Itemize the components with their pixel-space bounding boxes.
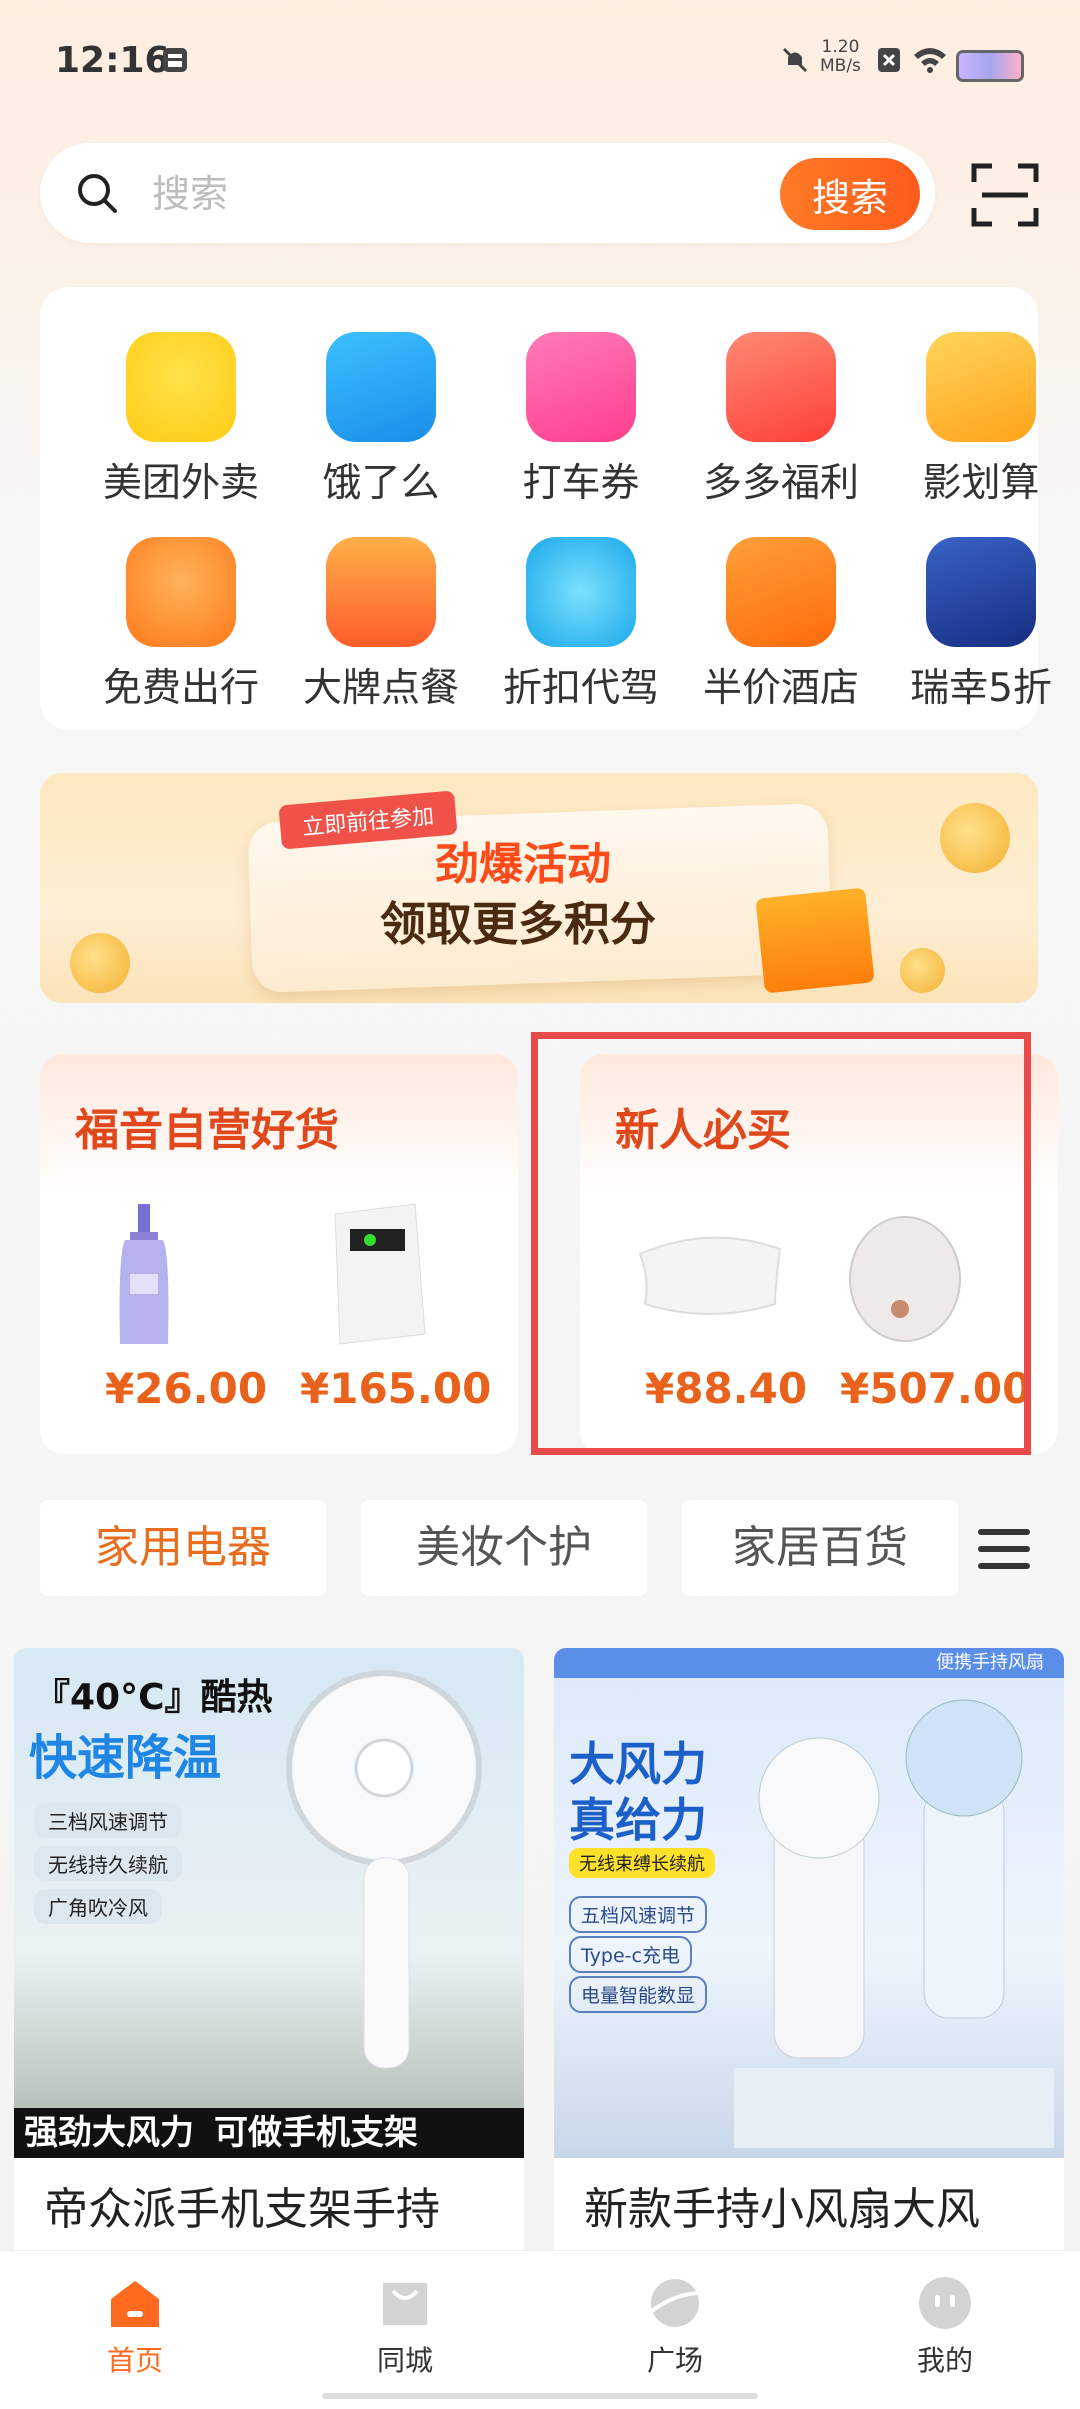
grid-item-taxi[interactable]: 打车券 <box>481 332 681 532</box>
banner-subheadline: 领取更多积分 <box>380 897 656 951</box>
search-input[interactable] <box>150 163 794 225</box>
feed-card[interactable]: 便携手持风扇 大风力 真给力 无线束缚长续航 五档风速调节 Type-c充电 电… <box>554 1648 1064 2268</box>
product-image-handheld-fan[interactable]: 便携手持风扇 大风力 真给力 无线束缚长续航 五档风速调节 Type-c充电 电… <box>554 1648 1064 2158</box>
nav-home[interactable]: 首页 <box>65 2273 205 2379</box>
grid-item-meituan[interactable]: 美团外卖 <box>81 332 281 532</box>
product-price: ¥165.00 <box>300 1364 492 1413</box>
gift-box-icon <box>755 887 875 994</box>
location-pin-icon <box>126 537 236 647</box>
product-image-air-purifier[interactable] <box>280 1194 480 1354</box>
coin-decoration <box>900 948 945 993</box>
nav-local[interactable]: 同城 <box>335 2273 475 2379</box>
nav-profile[interactable]: 我的 <box>875 2273 1015 2379</box>
nav-label: 我的 <box>916 2344 973 2377</box>
product-price: ¥26.00 <box>105 1364 268 1413</box>
feed-card[interactable]: 『40°C』酷热 快速降温 三档风速调节 无线持久续航 广角吹冷风 强劲大风力可… <box>14 1648 524 2268</box>
service-grid: 美团外卖 饿了么 打车券 多多福利 影划算 免费出行 大牌点餐 折扣代驾 半价酒… <box>40 287 1052 730</box>
bottom-nav: 首页 同城 广场 我的 <box>0 2250 1080 2409</box>
highlight-box <box>531 1032 1031 1455</box>
promo-card-self-operated[interactable]: 福音自营好货 ¥26.00 ¥165.00 <box>40 1054 518 1454</box>
feed-headline-2: 真给力 <box>569 1793 707 1847</box>
coffee-cup-icon <box>926 537 1036 647</box>
feature-tag: 广角吹冷风 <box>34 1889 162 1924</box>
feed-headline-2: 快速降温 <box>29 1730 222 1786</box>
feed-headline: 『40°C』酷热 <box>34 1677 273 1718</box>
nav-label: 广场 <box>646 2344 703 2377</box>
home-indicator[interactable] <box>322 2393 758 2399</box>
burger-icon <box>326 537 436 647</box>
feed-footer-banner: 强劲大风力 可做手机支架 <box>14 2108 524 2158</box>
feed-badge: 无线束缚长续航 <box>569 1848 715 1878</box>
feed-top-label: 便携手持风扇 <box>554 1648 1064 1678</box>
net-speed-value: 1.20 <box>821 37 860 57</box>
tab-appliances[interactable]: 家用电器 <box>40 1500 326 1596</box>
feed-title: 新款手持小风扇大风 <box>584 2184 980 2235</box>
grid-item-welfare[interactable]: 多多福利 <box>681 332 881 532</box>
battery-icon <box>956 50 1024 82</box>
net-speed-unit: MB/s <box>820 56 861 76</box>
product-image-shampoo[interactable] <box>60 1194 260 1354</box>
eleme-icon <box>326 332 436 442</box>
notification-icon <box>163 48 187 72</box>
grid-item-eleme[interactable]: 饿了么 <box>281 332 481 532</box>
grid-item-driver[interactable]: 折扣代驾 <box>481 537 681 737</box>
feed-title: 帝众派手机支架手持 <box>44 2184 440 2235</box>
nav-label: 同城 <box>376 2344 433 2377</box>
grid-item-movie[interactable]: 影划算 <box>881 332 1080 532</box>
status-time: 12:16 <box>55 40 170 81</box>
steering-wheel-icon <box>526 537 636 647</box>
coin-decoration <box>70 933 130 993</box>
search-button[interactable]: 搜索 <box>780 158 920 230</box>
sim-off-icon <box>878 48 900 72</box>
tab-beauty[interactable]: 美妆个护 <box>361 1500 647 1596</box>
profile-icon <box>919 2277 971 2329</box>
feature-tag: 无线持久续航 <box>34 1846 182 1881</box>
wifi-icon <box>914 48 946 73</box>
search-bar[interactable]: 搜索 <box>40 143 935 243</box>
grid-label: 影划算 <box>922 461 1040 506</box>
hotel-icon <box>726 537 836 647</box>
grid-item-luckin[interactable]: 瑞幸5折 <box>881 537 1080 737</box>
taxi-coupon-icon <box>526 332 636 442</box>
meituan-icon <box>126 332 236 442</box>
home-icon <box>111 2281 159 2327</box>
product-image-fan[interactable]: 『40°C』酷热 快速降温 三档风速调节 无线持久续航 广角吹冷风 强劲大风力可… <box>14 1648 524 2158</box>
grid-item-food[interactable]: 大牌点餐 <box>281 537 481 737</box>
coin-decoration <box>940 803 1010 873</box>
status-bar: 12:16 1.20 MB/s <box>0 0 1080 130</box>
promo-card-title: 福音自营好货 <box>75 1105 339 1156</box>
shopping-bag-icon <box>383 2283 427 2325</box>
search-icon <box>78 174 117 213</box>
nav-label: 首页 <box>106 2344 163 2377</box>
gift-bag-icon <box>726 332 836 442</box>
movie-ticket-icon <box>926 332 1036 442</box>
scan-icon[interactable] <box>970 160 1040 230</box>
feature-tag: 电量智能数显 <box>569 1976 708 2013</box>
banner-headline: 劲爆活动 <box>435 839 611 890</box>
feature-tag: Type-c充电 <box>569 1936 692 1973</box>
tab-household[interactable]: 家居百货 <box>682 1500 958 1596</box>
promo-banner[interactable]: 立即前往参加 劲爆活动 领取更多积分 <box>40 773 1038 1003</box>
network-speed: 1.20 MB/s <box>820 38 861 76</box>
mute-icon <box>782 47 808 73</box>
grid-item-hotel[interactable]: 半价酒店 <box>681 537 881 737</box>
nav-square[interactable]: 广场 <box>605 2273 745 2379</box>
grid-item-free-travel[interactable]: 免费出行 <box>81 537 281 737</box>
grid-label: 瑞幸5折 <box>910 666 1052 711</box>
planet-icon <box>647 2279 702 2327</box>
feature-tag: 五档风速调节 <box>569 1896 708 1933</box>
menu-icon[interactable] <box>976 1525 1032 1573</box>
feature-tag: 三档风速调节 <box>34 1803 182 1838</box>
